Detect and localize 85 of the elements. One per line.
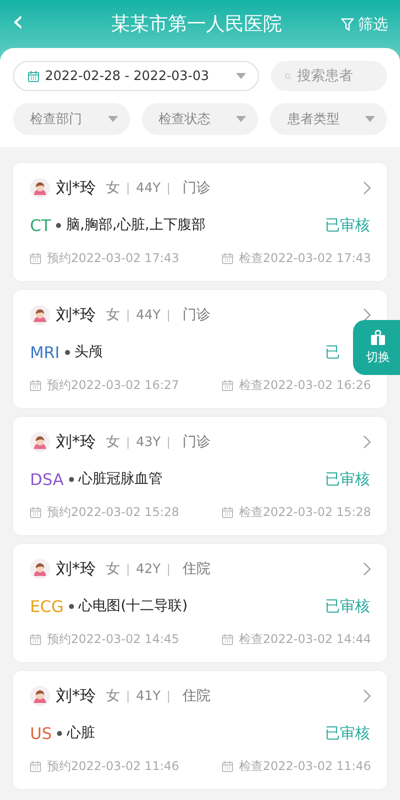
modality-label: MRI — [30, 342, 60, 362]
calendar-icon — [222, 507, 233, 518]
patient-gender: 女 — [106, 433, 120, 451]
avatar-icon — [30, 432, 50, 452]
review-status: 已审核 — [325, 216, 371, 234]
separator: | — [126, 308, 130, 322]
separator: | — [166, 689, 171, 703]
separator: | — [166, 562, 171, 576]
calendar-icon — [30, 761, 41, 772]
exam-parts: 头颅 — [74, 343, 103, 361]
visit-type: 门诊 — [182, 433, 211, 451]
patient-gender: 女 — [106, 179, 120, 197]
calendar-icon — [222, 380, 233, 391]
separator: | — [126, 562, 130, 576]
window-title: 某某市第一人民医院 — [110, 12, 283, 37]
exam-time: 检查2022-03-02 16:26 — [238, 377, 371, 394]
calendar-icon — [30, 253, 41, 264]
patient-name: 刘*玲 — [56, 558, 96, 580]
patient-age: 44Y — [136, 308, 161, 322]
booked-time: 预约2022-03-02 14:45 — [47, 631, 180, 648]
record-card[interactable]: 刘*玲 女 | 44Y | 门诊 CT 脑,胸部,心脏,上下腹部 已审核 预约2022-03-02 17:43 检查2022-03-02 17:43 — [13, 163, 387, 281]
modality-label: CT — [30, 216, 51, 234]
avatar-icon — [30, 559, 50, 579]
exam-parts: 脑,胸部,心脏,上下腹部 — [66, 216, 206, 234]
caret-icon — [236, 73, 246, 79]
separator: | — [126, 689, 130, 703]
patient-age: 42Y — [136, 562, 161, 576]
visit-type: 住院 — [182, 687, 211, 705]
booked-time: 预约2022-03-02 17:43 — [47, 250, 180, 267]
booked-time: 预约2022-03-02 11:46 — [47, 758, 180, 775]
record-card[interactable]: 刘*玲 女 | 43Y | 门诊 DSA 心脏冠脉血管 已审核 预约2022-03-02 15:28 检查2022-03-02 15:28 — [13, 417, 387, 535]
avatar-icon — [30, 178, 50, 198]
separator: | — [166, 308, 171, 322]
modality-label: US — [30, 724, 52, 742]
patient-name: 刘*玲 — [56, 686, 96, 706]
calendar-icon — [30, 507, 41, 518]
calendar-icon — [30, 380, 41, 391]
separator: | — [166, 435, 171, 449]
avatar-icon — [30, 686, 50, 706]
exam-time: 检查2022-03-02 14:44 — [238, 631, 371, 648]
exam-time: 检查2022-03-02 11:46 — [238, 758, 371, 775]
exam-parts: 心脏 — [66, 724, 95, 742]
calendar-icon — [222, 634, 233, 645]
avatar-icon — [30, 305, 50, 325]
patient-age: 44Y — [136, 180, 161, 196]
patient-gender: 女 — [106, 306, 120, 324]
visit-type: 门诊 — [182, 306, 211, 324]
patient-name: 刘*玲 — [56, 178, 96, 198]
modality-label: DSA — [30, 470, 64, 488]
review-status: 已审核 — [325, 596, 371, 616]
modality-label: ECG — [30, 596, 64, 616]
record-card[interactable]: 刘*玲 女 | 42Y | 住院 ECG 心电图(十二导联) 已审核 预约2022-03-02 14:45 检查2022-03-02 14:44 — [13, 544, 387, 662]
patient-gender: 女 — [106, 560, 120, 578]
exam-time: 检查2022-03-02 15:28 — [238, 504, 371, 521]
patient-age: 41Y — [136, 688, 161, 704]
caret-icon — [108, 116, 118, 122]
exam-parts: 心脏冠脉血管 — [78, 470, 163, 488]
record-card[interactable]: 刘*玲 女 | 41Y | 住院 US 心脏 已审核 预约2022-03-02 11:46 检查2022-03-02 11:46 — [13, 671, 387, 789]
booked-time: 预约2022-03-02 15:28 — [47, 504, 180, 521]
booked-time: 预约2022-03-02 16:27 — [47, 377, 180, 394]
search-input[interactable]: 搜索患者 — [297, 68, 377, 84]
separator: | — [166, 181, 171, 195]
patient-name: 刘*玲 — [56, 304, 96, 326]
caret-icon — [365, 116, 376, 122]
visit-type: 门诊 — [182, 179, 211, 197]
separator: | — [126, 181, 130, 195]
calendar-icon — [222, 761, 233, 772]
patient-name: 刘*玲 — [56, 432, 96, 452]
filter-icon — [341, 18, 354, 30]
switch-icon — [370, 330, 386, 346]
review-status: 已审核 — [325, 470, 371, 488]
patient-gender: 女 — [106, 687, 120, 705]
patient-age: 43Y — [136, 434, 161, 450]
calendar-icon — [222, 253, 233, 264]
exam-time: 检查2022-03-02 17:43 — [238, 250, 371, 267]
calendar-icon — [28, 70, 39, 82]
separator: | — [126, 435, 130, 449]
date-range-picker[interactable]: 2022-02-28 - 2022-03-03 — [13, 61, 259, 91]
review-status: 已 — [325, 342, 341, 362]
caret-icon — [236, 116, 246, 122]
search-field[interactable]: 搜索患者 — [271, 61, 387, 91]
visit-type: 住院 — [182, 560, 211, 578]
calendar-icon — [30, 634, 41, 645]
review-status: 已审核 — [325, 724, 371, 742]
exam-parts: 心电图(十二导联) — [78, 597, 188, 615]
